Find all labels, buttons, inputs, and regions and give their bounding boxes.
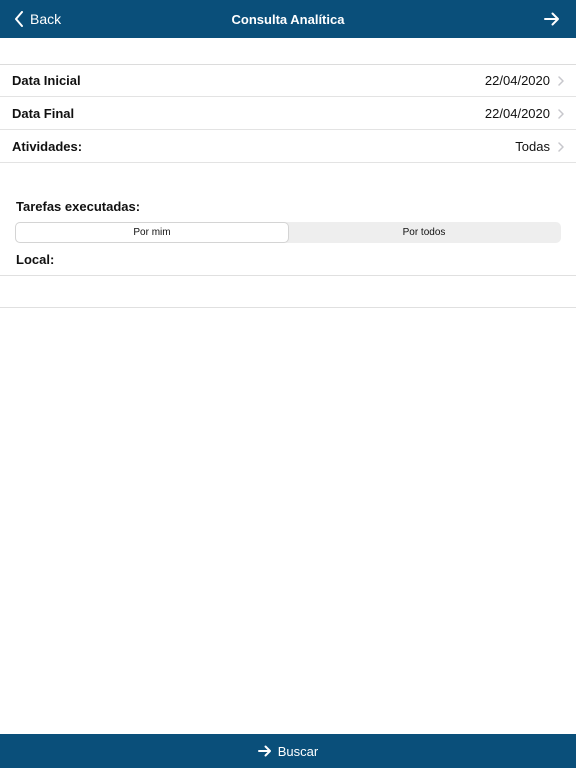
forward-button[interactable] [544,0,560,38]
chevron-right-icon [558,141,564,152]
screen: Back Consulta Analítica Data Inicial 22/… [0,0,576,768]
tasks-segmented-control: Por mim Por todos [15,222,561,243]
filter-value: 22/04/2020 [484,73,550,88]
filter-value-group: Todas [515,139,564,154]
search-label: Buscar [277,743,319,759]
page-title: Consulta Analítica [231,11,345,27]
filter-label: Data Final [12,106,75,121]
chevron-right-icon [558,108,564,119]
arrow-right-icon [544,12,559,26]
chevron-left-icon [15,11,23,27]
local-label: Local: [16,252,55,267]
top-spacer [0,38,576,65]
segment-por-mim[interactable]: Por mim [16,223,288,242]
back-button[interactable]: Back [14,0,61,38]
back-label: Back [30,11,62,27]
filter-label: Data Inicial [12,73,81,88]
segment-por-todos[interactable]: Por todos [288,223,560,242]
divider [0,307,576,308]
filter-value-group: 22/04/2020 [485,73,564,88]
filter-row-data-inicial[interactable]: Data Inicial 22/04/2020 [0,65,576,97]
filter-value: Todas [515,139,550,154]
filter-row-atividades[interactable]: Atividades: Todas [0,131,576,163]
filter-value: 22/04/2020 [484,106,550,121]
filter-row-data-final[interactable]: Data Final 22/04/2020 [0,98,576,130]
chevron-right-icon [558,75,564,86]
navigation-bar: Back Consulta Analítica [0,0,576,38]
search-button[interactable]: Buscar [0,734,576,768]
filter-label: Atividades: [12,139,83,154]
arrow-right-icon [257,745,271,757]
filter-value-group: 22/04/2020 [485,106,564,121]
tasks-label: Tarefas executadas: [16,199,141,214]
divider [0,275,576,276]
